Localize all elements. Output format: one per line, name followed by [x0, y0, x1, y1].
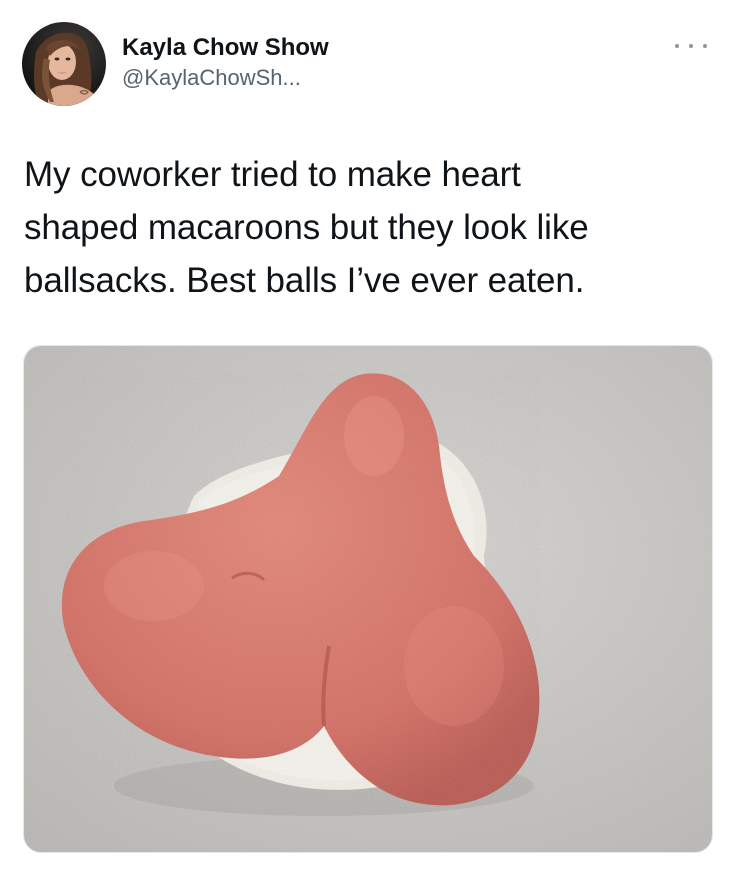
author-handle[interactable]: @KaylaChowSh...: [122, 64, 329, 92]
author-display-name[interactable]: Kayla Chow Show: [122, 34, 329, 62]
tweet-text: My coworker tried to make heart shaped m…: [24, 155, 589, 300]
avatar[interactable]: [22, 22, 106, 106]
avatar-image: [22, 22, 106, 106]
tweet: Kayla Chow Show @KaylaChowSh... My cowor…: [0, 0, 735, 881]
more-options-button[interactable]: [673, 36, 709, 56]
more-horizontal-icon: [675, 44, 679, 48]
author-info: Kayla Chow Show @KaylaChowSh...: [122, 34, 329, 92]
macaroon-photo: [24, 346, 712, 852]
more-horizontal-icon-dot: [703, 44, 707, 48]
tweet-photo[interactable]: [23, 345, 713, 853]
more-horizontal-icon-dot: [689, 44, 693, 48]
